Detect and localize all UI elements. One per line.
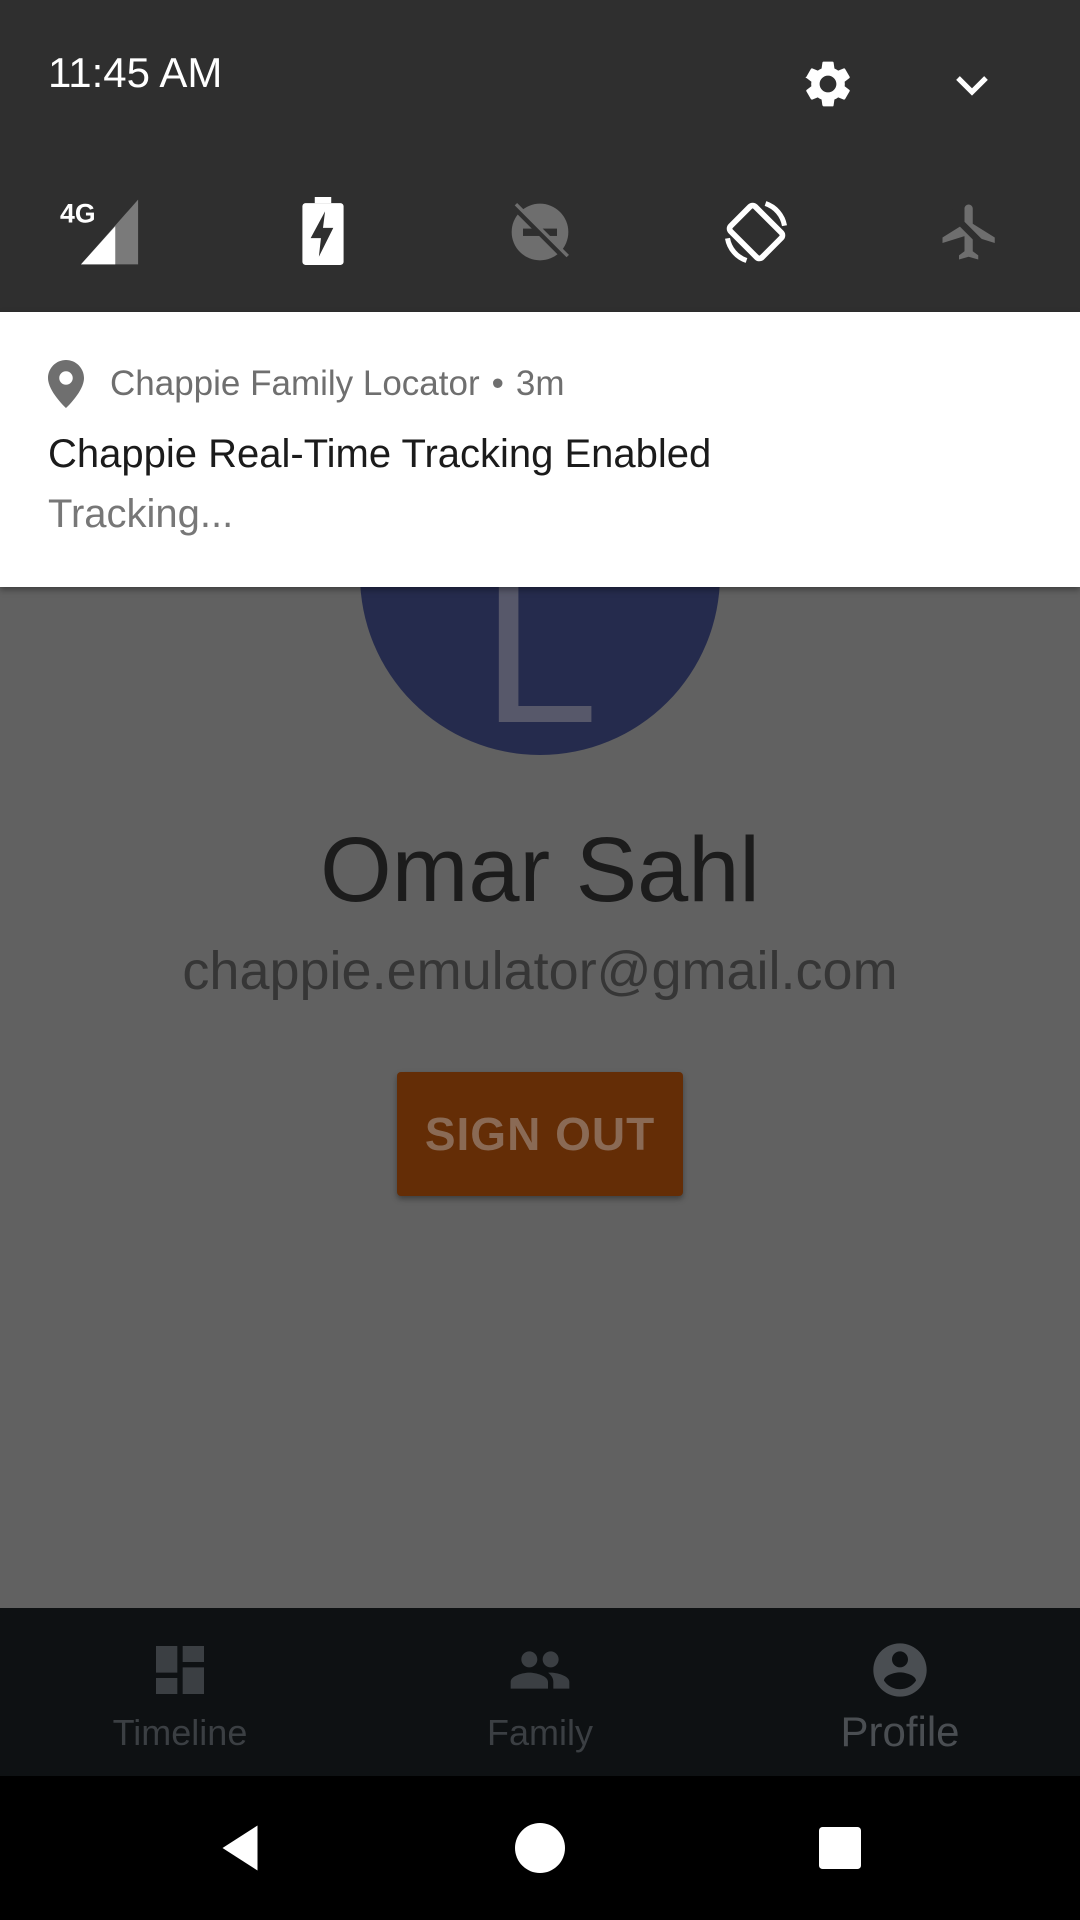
home-icon — [515, 1823, 565, 1873]
qs-tile-do-not-disturb[interactable] — [500, 192, 580, 272]
signal-4g-icon: 4G — [60, 198, 139, 265]
battery-charging-icon — [302, 197, 344, 265]
qs-tile-mobile-data[interactable]: 4G — [60, 192, 140, 272]
notification-text: Tracking... — [48, 492, 234, 536]
notification-time: 3m — [515, 364, 565, 403]
account-circle-icon — [873, 1643, 927, 1697]
nav-label-profile: Profile — [840, 1708, 960, 1755]
notification-title: Chappie Real-Time Tracking Enabled — [48, 432, 712, 476]
dashboard-icon — [156, 1646, 204, 1694]
notification-card[interactable]: Chappie Family Locator • 3m Chappie Real… — [0, 312, 1080, 587]
notification-separator: • — [491, 364, 504, 403]
qs-tile-battery-saver[interactable] — [283, 192, 363, 272]
notification-shade: 11:45 AM 4G — [0, 0, 1080, 312]
profile-email: chappie.emulator@gmail.com — [182, 941, 898, 1001]
recents-icon — [819, 1827, 861, 1869]
home-button[interactable] — [480, 1776, 600, 1920]
signal-4g-label: 4G — [60, 198, 96, 228]
nav-item-profile[interactable]: Profile — [720, 1608, 1080, 1776]
profile-name: Omar Sahl — [320, 819, 760, 921]
settings-button[interactable] — [796, 52, 860, 116]
clock: 11:45 AM — [48, 49, 223, 96]
nav-label-family: Family — [487, 1712, 593, 1753]
dnd-off-icon — [511, 203, 569, 261]
nav-item-timeline[interactable]: Timeline — [0, 1608, 360, 1776]
sign-out-button[interactable]: SIGN OUT — [397, 1072, 683, 1196]
expand-button[interactable] — [940, 52, 1004, 116]
nav-label-timeline: Timeline — [112, 1712, 248, 1753]
airplane-icon — [942, 204, 998, 260]
notification-app-name: Chappie Family Locator — [110, 364, 480, 403]
system-navigation-bar — [0, 1776, 1080, 1920]
gear-icon — [805, 61, 850, 107]
back-icon — [222, 1825, 258, 1871]
back-button[interactable] — [180, 1776, 300, 1920]
qs-tile-auto-rotate[interactable] — [716, 192, 796, 272]
rotate-icon — [725, 201, 787, 263]
chevron-down-icon — [956, 76, 988, 96]
location-pin-icon — [48, 360, 84, 408]
qs-tile-airplane-mode[interactable] — [930, 192, 1010, 272]
recents-button[interactable] — [780, 1776, 900, 1920]
nav-item-family[interactable]: Family — [360, 1608, 720, 1776]
people-icon — [510, 1651, 570, 1689]
bottom-navigation: Timeline Family Profile — [0, 1608, 1080, 1776]
notification-header: Chappie Family Locator • 3m — [48, 356, 565, 412]
